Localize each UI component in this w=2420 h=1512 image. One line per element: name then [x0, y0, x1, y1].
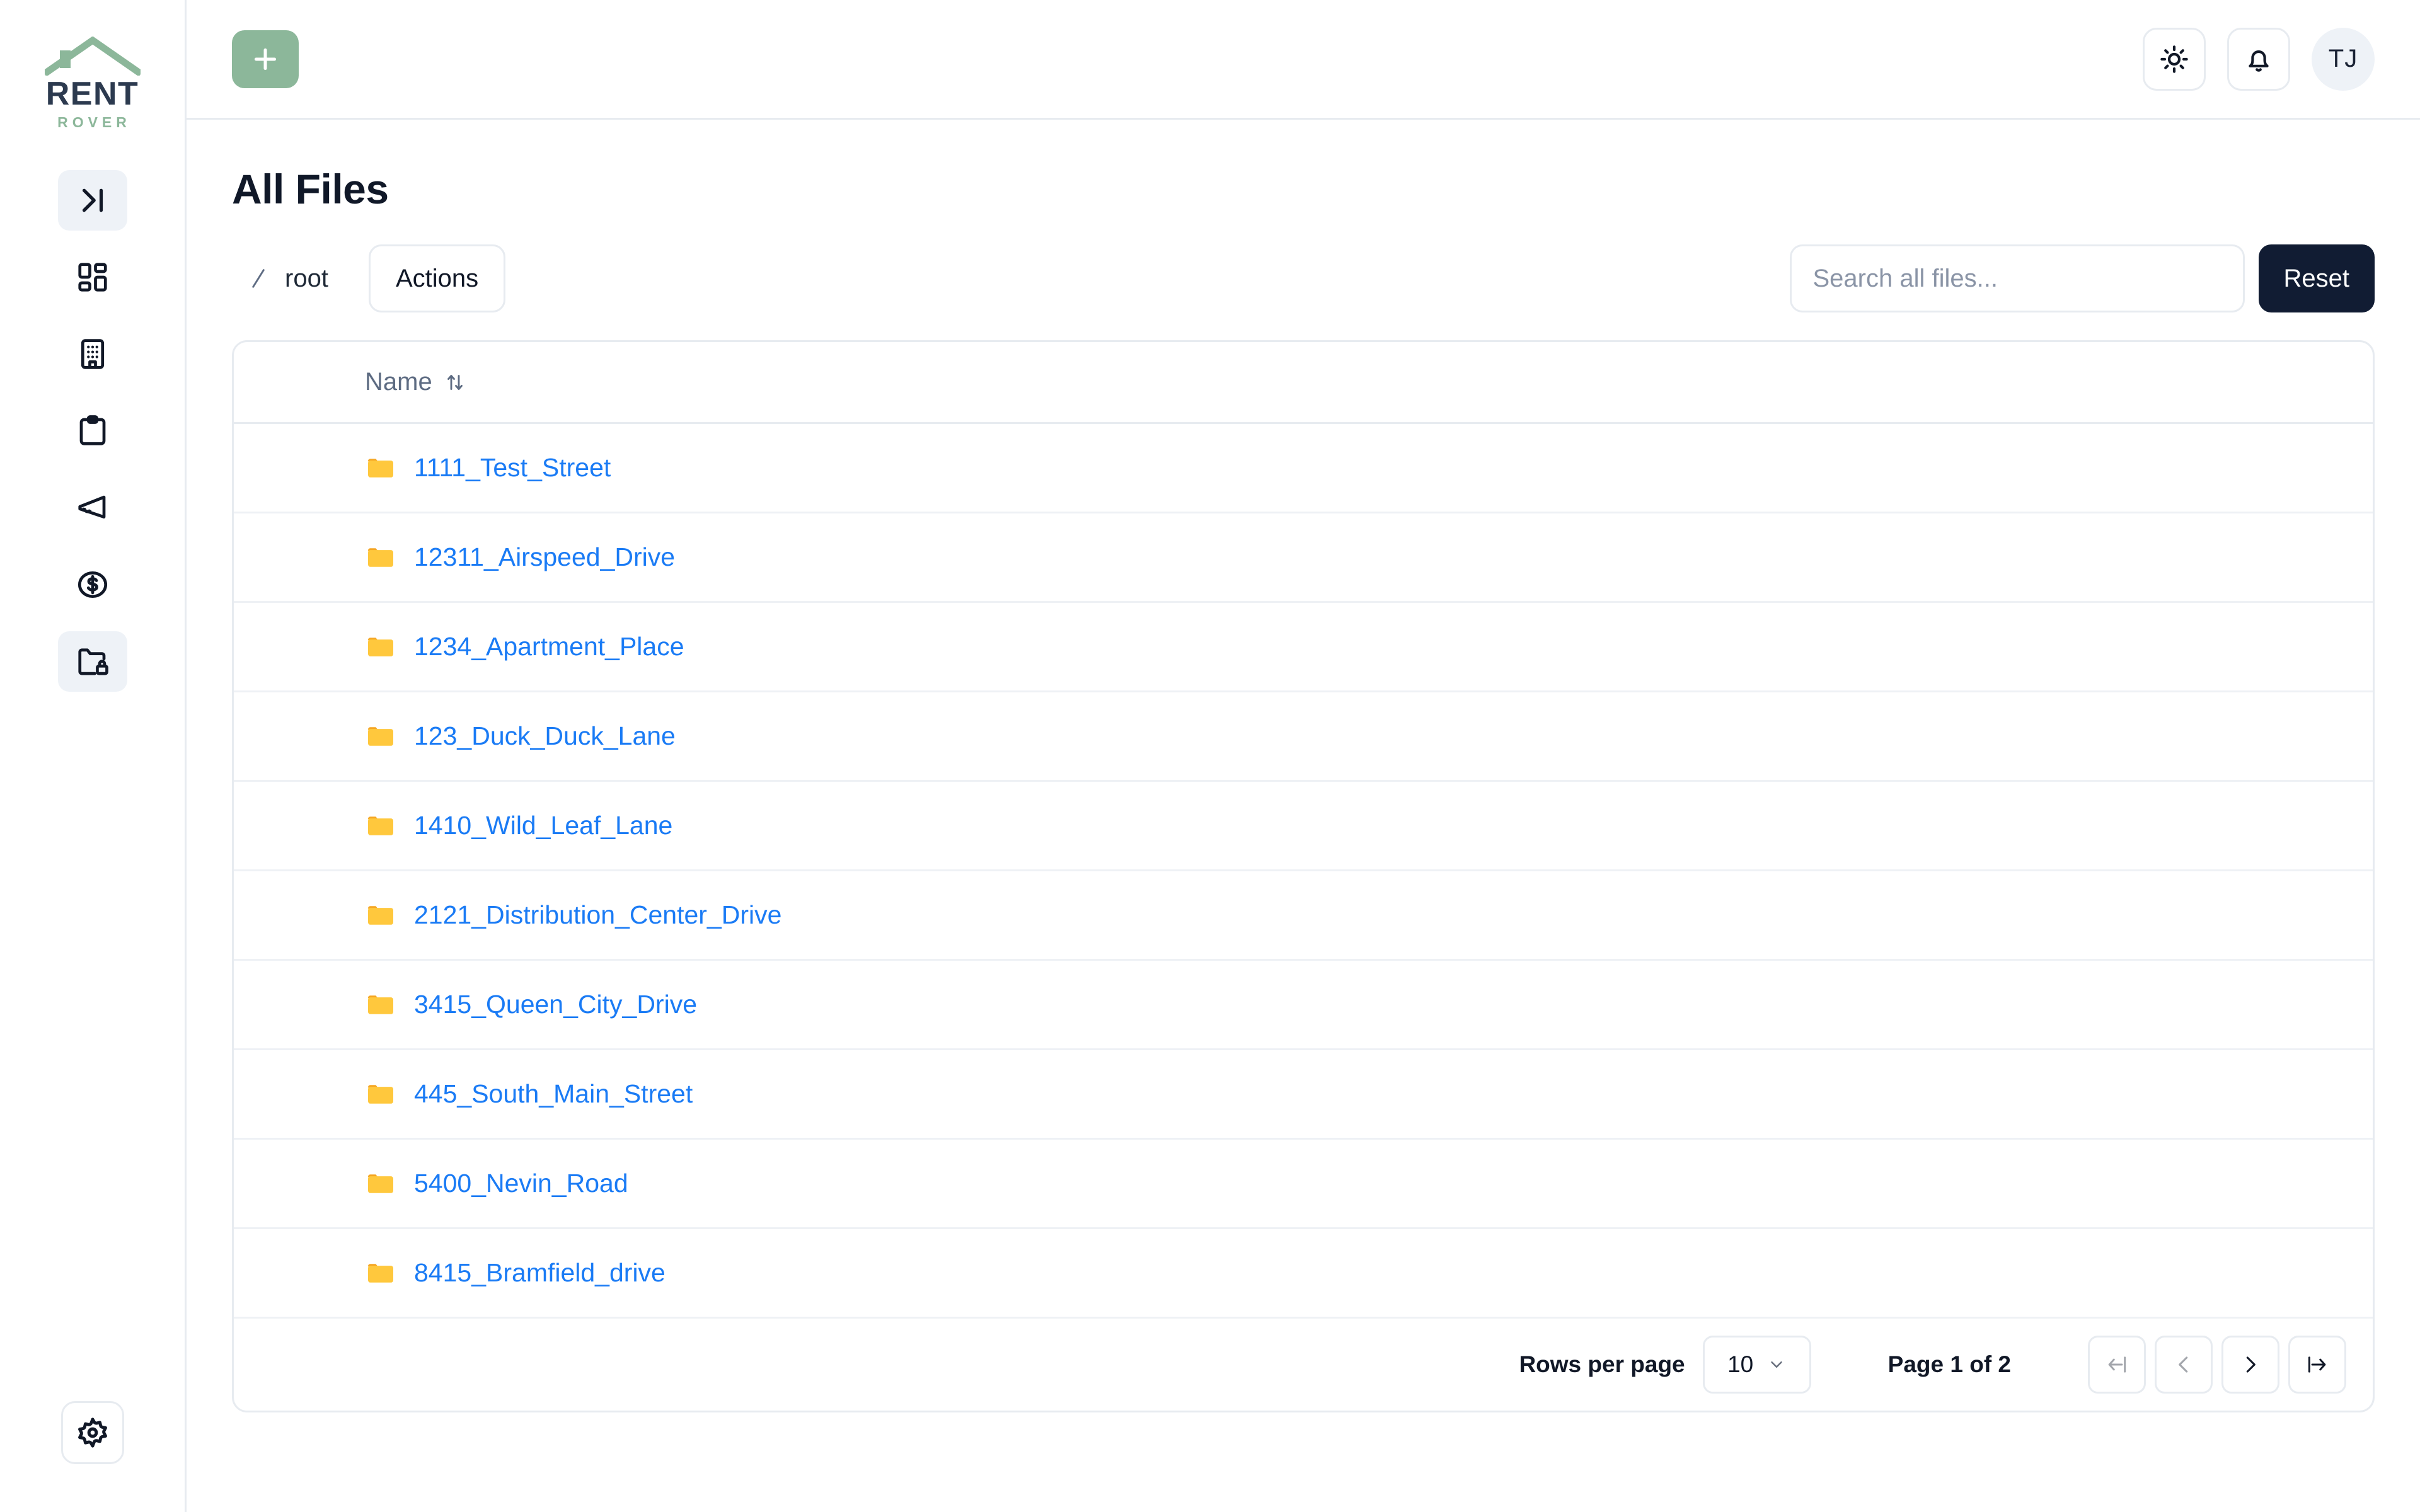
chevron-down-icon [1771, 1361, 1782, 1368]
previous-page-icon [2179, 1356, 2188, 1373]
table-pagination: Rows per page 10 Page 1 of 2 [234, 1319, 2373, 1411]
house-roof-icon [44, 37, 141, 76]
last-page-button[interactable] [2288, 1336, 2346, 1394]
folder-icon [368, 905, 393, 925]
dashboard-grid-icon [78, 262, 107, 292]
file-link[interactable]: 123_Duck_Duck_Lane [414, 721, 676, 751]
next-page-button[interactable] [2221, 1336, 2279, 1394]
gear-icon [78, 1418, 107, 1448]
chevron-right-to-line-icon [82, 188, 103, 212]
table-row[interactable]: 1410_Wild_Leaf_Lane [234, 782, 2373, 871]
slash-icon [252, 269, 265, 288]
file-link[interactable]: 3415_Queen_City_Drive [414, 990, 697, 1019]
table-row[interactable]: 1234_Apartment_Place [234, 603, 2373, 692]
go-to-first-page-icon [2108, 1356, 2126, 1373]
table-header-row: Name [234, 342, 2373, 424]
reset-button[interactable]: Reset [2258, 244, 2375, 312]
folder-icon [368, 637, 393, 656]
next-page-icon [2246, 1356, 2256, 1373]
table-body: 1111_Test_Street 12311_Airspeed_Drive 12… [234, 424, 2373, 1319]
app-root: RENT ROVER TJ All Files root Actions Sea… [0, 0, 2420, 1512]
sort-arrows-icon [447, 374, 463, 390]
notifications-button[interactable] [2227, 27, 2290, 91]
plus-icon [254, 48, 277, 70]
table-row[interactable]: 12311_Airspeed_Drive [234, 513, 2373, 603]
building-icon [81, 338, 104, 369]
pager-controls [2088, 1336, 2346, 1394]
folder-icon [368, 1084, 393, 1104]
user-avatar[interactable]: TJ [2312, 27, 2375, 91]
table-row[interactable]: 5400_Nevin_Road [234, 1140, 2373, 1229]
sidebar-item-payments[interactable] [58, 554, 127, 615]
sidebar-item-properties[interactable] [58, 324, 127, 384]
sidebar-item-files[interactable] [57, 631, 127, 692]
sidebar: RENT ROVER [0, 0, 187, 1512]
settings-button[interactable] [60, 1401, 124, 1464]
go-to-last-page-icon [2308, 1356, 2326, 1373]
sidebar-item-announcements[interactable] [58, 478, 127, 538]
folder-icon [368, 1263, 393, 1283]
table-row[interactable]: 3415_Queen_City_Drive [234, 961, 2373, 1050]
rows-per-page-value: 10 [1727, 1351, 1754, 1377]
logo-text-secondary: ROVER [57, 113, 131, 130]
first-page-button[interactable] [2088, 1336, 2146, 1394]
topbar-actions: TJ [2143, 27, 2375, 91]
file-toolbar: root Actions Reset [232, 244, 2375, 312]
folder-icon [368, 458, 393, 478]
page-info: Page 1 of 2 [1887, 1351, 2011, 1377]
rows-per-page-label: Rows per page [1519, 1351, 1685, 1377]
sidebar-item-tasks[interactable] [58, 401, 127, 461]
search-input[interactable] [1789, 244, 2245, 312]
actions-button[interactable]: Actions [368, 244, 506, 312]
file-link[interactable]: 8415_Bramfield_drive [414, 1258, 666, 1288]
sidebar-item-collapse-sidebar[interactable] [57, 169, 127, 231]
theme-toggle-button[interactable] [2143, 27, 2206, 91]
file-link[interactable]: 1410_Wild_Leaf_Lane [414, 811, 672, 840]
rows-per-page-select[interactable]: 10 [1702, 1336, 1811, 1394]
megaphone-icon [78, 495, 105, 518]
files-table: Name 1111_Test_Street 12311_Airspeed_Dri… [232, 340, 2375, 1412]
previous-page-button[interactable] [2155, 1336, 2213, 1394]
avatar-initials: TJ [2328, 45, 2358, 72]
file-link[interactable]: 5400_Nevin_Road [414, 1169, 628, 1198]
sidebar-item-dashboard[interactable] [58, 247, 127, 307]
table-row[interactable]: 123_Duck_Duck_Lane [234, 692, 2373, 782]
main-area: TJ All Files root Actions Reset [187, 0, 2420, 1512]
folder-icon [368, 547, 393, 567]
file-link[interactable]: 1111_Test_Street [414, 453, 611, 483]
sidebar-nav [57, 169, 127, 692]
folder-icon [368, 726, 393, 746]
breadcrumb-root: root [285, 264, 328, 292]
dollar-circle-icon [78, 571, 107, 598]
folder-icon [368, 816, 393, 835]
table-row[interactable]: 2121_Distribution_Center_Drive [234, 871, 2373, 961]
add-button[interactable] [232, 30, 299, 88]
folder-icon [368, 1174, 393, 1193]
table-row[interactable]: 8415_Bramfield_drive [234, 1229, 2373, 1319]
folder-icon [368, 995, 393, 1014]
sun-icon [2160, 45, 2188, 73]
breadcrumb[interactable]: root [246, 265, 328, 293]
file-link[interactable]: 1234_Apartment_Place [414, 632, 684, 662]
column-header-name-label: Name [365, 368, 432, 396]
page-title: All Files [232, 166, 389, 212]
table-row[interactable]: 445_South_Main_Street [234, 1050, 2373, 1140]
column-header-name[interactable]: Name [365, 368, 466, 396]
page-content: All Files root Actions Reset Name [187, 120, 2420, 1512]
folder-lock-icon [78, 648, 108, 675]
file-link[interactable]: 2121_Distribution_Center_Drive [414, 900, 781, 930]
logo-text-primary: RENT [45, 76, 139, 112]
table-row[interactable]: 1111_Test_Street [234, 424, 2373, 513]
app-logo: RENT ROVER [36, 37, 149, 131]
top-bar: TJ [187, 0, 2420, 120]
file-link[interactable]: 12311_Airspeed_Drive [414, 542, 675, 572]
bell-icon [2249, 50, 2269, 72]
clipboard-icon [79, 415, 105, 445]
file-link[interactable]: 445_South_Main_Street [414, 1079, 693, 1109]
